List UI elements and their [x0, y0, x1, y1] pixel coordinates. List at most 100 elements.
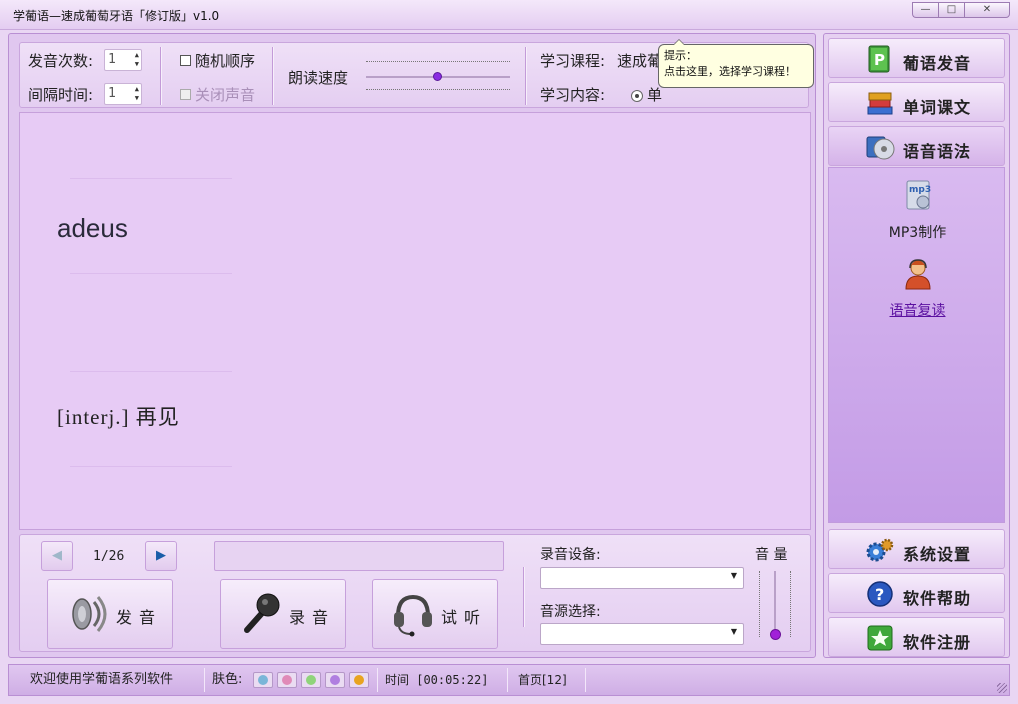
guide-line: [70, 466, 232, 467]
skin-swatch-blue[interactable]: [253, 672, 273, 688]
nav-label: 软件注册: [903, 633, 972, 652]
guide-line: [70, 178, 232, 179]
book-p-icon: P: [868, 45, 890, 73]
playback-controls: ◀ 1/26 ▶ 发音 录音 试听 录音设备: ▼ 音源选择: ▼ 音 量: [19, 534, 811, 652]
skin-swatch-purple[interactable]: [325, 672, 345, 688]
learning-card: adeus [interj.] 再见: [19, 112, 811, 530]
speaker-icon: [72, 596, 107, 632]
tooltip-text: 点击这里，选择学习课程！: [664, 65, 796, 78]
mp3-maker-item[interactable]: mp3 MP3制作: [829, 178, 1006, 242]
prev-button[interactable]: ◀: [41, 541, 73, 571]
mute-checkbox[interactable]: [180, 89, 191, 100]
speed-label: 朗读速度: [288, 69, 349, 87]
window-controls: — □ ✕: [912, 2, 1010, 18]
welcome-text: 欢迎使用学葡语系列软件: [30, 672, 174, 687]
home-page-indicator: 首页[12]: [518, 673, 567, 687]
random-order-checkbox[interactable]: [180, 55, 191, 66]
operator-headset-icon: [904, 259, 931, 290]
speech-repeat-item[interactable]: 语音复读: [829, 256, 1006, 320]
title-bar: 学葡语—速成葡萄牙语「修订版」v1.0 — □ ✕: [0, 0, 1018, 30]
record-button[interactable]: 录音: [220, 579, 346, 649]
skin-swatch-green[interactable]: [301, 672, 321, 688]
next-icon: ▶: [156, 548, 166, 563]
record-label: 录音: [289, 608, 336, 627]
mp3-file-icon: mp3: [906, 180, 931, 210]
word-text: adeus: [57, 213, 128, 243]
hint-tooltip: 提示： 点击这里，选择学习课程！: [658, 39, 814, 88]
skin-label: 肤色:: [212, 672, 243, 687]
resize-grip-icon[interactable]: [997, 683, 1007, 693]
volume-scale-left: [759, 571, 760, 637]
interval-value: 1: [108, 86, 116, 101]
sidebar: P 葡语发音 单词课文 语音语法 mp3 MP3制作 语音复读 系统设置 ? 软…: [823, 33, 1010, 658]
nav-pronunciation[interactable]: P 葡语发音: [828, 38, 1005, 78]
guide-line: [70, 371, 232, 372]
microphone-icon: [244, 593, 280, 633]
spinner-arrows-icon[interactable]: ▲ ▼: [135, 51, 139, 69]
course-label: 学习课程:: [540, 52, 606, 70]
svg-text:?: ?: [875, 585, 884, 604]
nav-system-settings[interactable]: 系统设置: [828, 529, 1005, 569]
page-counter: 1/26: [93, 549, 125, 564]
listen-button[interactable]: 试听: [372, 579, 498, 649]
nav-register[interactable]: 软件注册: [828, 617, 1005, 657]
skin-swatch-orange[interactable]: [349, 672, 369, 688]
register-star-icon: [867, 625, 893, 651]
speed-slider-thumb[interactable]: [433, 72, 442, 81]
nav-words-texts[interactable]: 单词课文: [828, 82, 1005, 122]
svg-text:P: P: [874, 51, 885, 69]
mute-label[interactable]: 关闭声音: [195, 84, 255, 105]
nav-label: 语音语法: [903, 142, 972, 161]
record-device-label: 录音设备:: [540, 547, 601, 563]
interval-spinner[interactable]: 1 ▲ ▼: [104, 83, 142, 105]
speed-scale-top: [366, 61, 510, 62]
mp3-maker-label: MP3制作: [888, 225, 947, 241]
maximize-button[interactable]: □: [938, 2, 964, 18]
audio-source-label: 音源选择:: [540, 604, 601, 620]
speed-scale-bottom: [366, 89, 510, 90]
next-button[interactable]: ▶: [145, 541, 177, 571]
random-order-label[interactable]: 随机顺序: [195, 50, 255, 71]
close-button[interactable]: ✕: [964, 2, 1010, 18]
nav-help[interactable]: ? 软件帮助: [828, 573, 1005, 613]
divider: [525, 47, 527, 105]
guide-line: [70, 273, 232, 274]
svg-text:mp3: mp3: [909, 185, 931, 195]
minimize-button[interactable]: —: [912, 2, 938, 18]
main-frame: 发音次数: 1 ▲ ▼ 间隔时间: 1 ▲ ▼ 随机顺序 关闭声音 朗读速度 学习课…: [8, 33, 816, 658]
nav-label: 系统设置: [903, 545, 972, 564]
content-label: 学习内容:: [540, 86, 606, 104]
content-radio[interactable]: [631, 90, 643, 102]
audio-source-select[interactable]: [540, 623, 744, 645]
record-device-select[interactable]: [540, 567, 744, 589]
volume-label: 音 量: [755, 547, 788, 563]
repeat-count-spinner[interactable]: 1 ▲ ▼: [104, 49, 142, 71]
volume-scale-right: [790, 571, 791, 637]
interval-label: 间隔时间:: [28, 86, 94, 104]
speech-repeat-link[interactable]: 语音复读: [829, 300, 1006, 320]
elapsed-time: 时间 [00:05:22]: [385, 673, 489, 687]
status-divider: [585, 668, 586, 692]
volume-slider-thumb[interactable]: [770, 629, 781, 640]
cd-media-icon: [866, 136, 895, 160]
divider: [272, 47, 274, 105]
nav-speech-grammar[interactable]: 语音语法: [828, 126, 1005, 166]
status-divider: [377, 668, 378, 692]
speak-label: 发音: [116, 608, 163, 627]
content-option-label[interactable]: 单: [647, 84, 662, 105]
speak-button[interactable]: 发音: [47, 579, 173, 649]
sub-menu: mp3 MP3制作 语音复读: [828, 167, 1005, 523]
prev-icon: ◀: [52, 548, 62, 563]
window-title: 学葡语—速成葡萄牙语「修订版」v1.0: [13, 9, 220, 23]
volume-slider-track[interactable]: [774, 571, 776, 637]
repeat-count-label: 发音次数:: [28, 52, 94, 70]
listen-label: 试听: [441, 608, 488, 627]
status-bar: 欢迎使用学葡语系列软件 肤色: 时间 [00:05:22] 首页[12]: [8, 664, 1010, 696]
meaning-text: [interj.] 再见: [57, 405, 180, 429]
divider: [523, 567, 525, 627]
spinner-arrows-icon[interactable]: ▲ ▼: [135, 85, 139, 103]
status-divider: [204, 668, 205, 692]
tooltip-title: 提示：: [664, 49, 697, 62]
help-icon: ?: [867, 581, 893, 607]
skin-swatch-pink[interactable]: [277, 672, 297, 688]
